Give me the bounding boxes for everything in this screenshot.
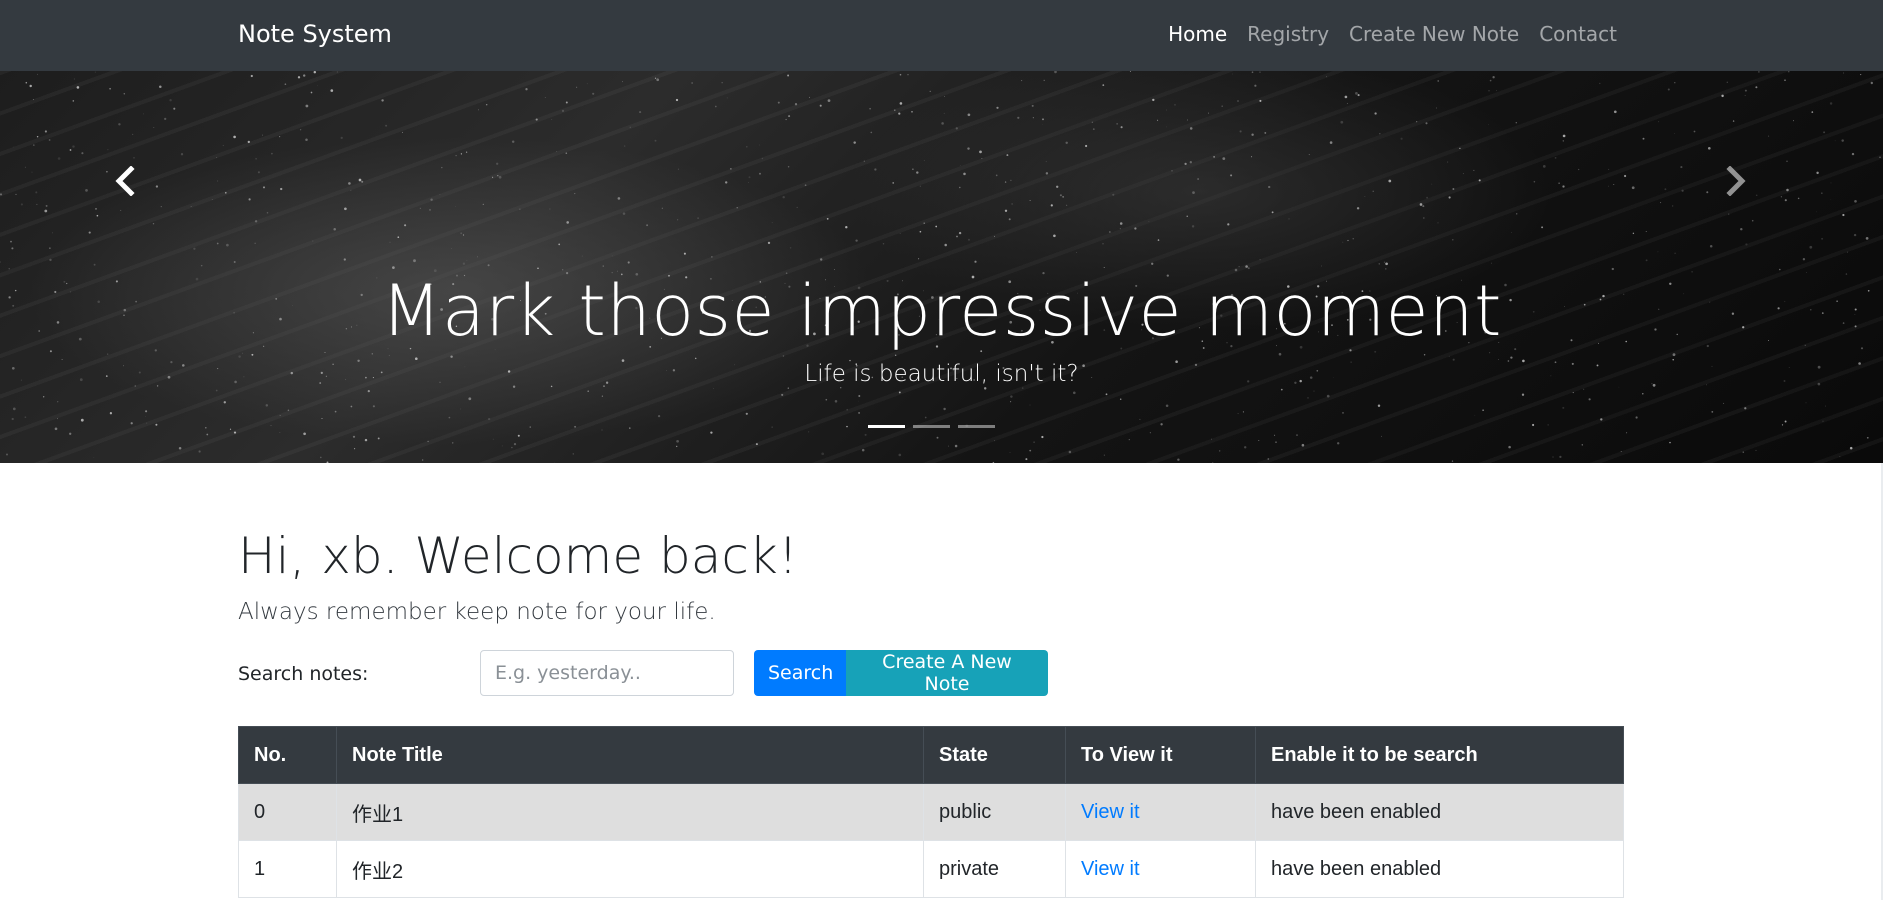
note-number: 1 xyxy=(238,840,337,898)
column-header-state: State xyxy=(923,726,1066,784)
note-state: public xyxy=(923,783,1066,841)
note-number: 0 xyxy=(238,783,337,841)
nav-link-create-new-note[interactable]: Create New Note xyxy=(1349,22,1519,46)
nav-link-home[interactable]: Home xyxy=(1168,22,1227,46)
welcome-heading: Hi, xb. Welcome back! xyxy=(238,527,798,585)
search-label: Search notes: xyxy=(238,663,369,685)
hero-carousel: Mark those impressive moment Life is bea… xyxy=(0,71,1883,463)
nav-link-contact[interactable]: Contact xyxy=(1539,22,1617,46)
sand-texture-image xyxy=(0,71,1881,463)
column-header-no: No. xyxy=(238,726,337,784)
note-title: 作业2 xyxy=(336,840,924,898)
nav-links: Home Registry Create New Note Contact xyxy=(1168,22,1617,46)
note-state: private xyxy=(923,840,1066,898)
top-navbar: Note System Home Registry Create New Not… xyxy=(0,0,1883,71)
note-view-cell: View it xyxy=(1065,840,1256,898)
note-search-status: have been enabled xyxy=(1255,783,1624,841)
search-button[interactable]: Search xyxy=(754,650,846,696)
chevron-right-icon xyxy=(1726,166,1746,196)
note-search-status: have been enabled xyxy=(1255,840,1624,898)
carousel-indicator-1[interactable] xyxy=(868,425,905,428)
carousel-next-button[interactable] xyxy=(1706,151,1766,211)
carousel-indicator-2[interactable] xyxy=(913,425,950,428)
create-note-button[interactable]: Create A New Note xyxy=(846,650,1048,696)
column-header-view: To View it xyxy=(1065,726,1256,784)
note-view-cell: View it xyxy=(1065,783,1256,841)
welcome-lead-text: Always remember keep note for your life. xyxy=(238,599,716,625)
carousel-caption-subtitle: Life is beautiful, isn't it? xyxy=(804,361,1079,387)
column-header-note-title: Note Title xyxy=(336,726,924,784)
note-title: 作业1 xyxy=(336,783,924,841)
carousel-indicators xyxy=(868,425,995,428)
view-note-link[interactable]: View it xyxy=(1081,801,1140,823)
column-header-enable-search: Enable it to be search xyxy=(1255,726,1624,784)
chevron-left-icon xyxy=(115,166,135,196)
carousel-indicator-3[interactable] xyxy=(958,425,995,428)
table-header-row: No. Note Title State To View it Enable i… xyxy=(238,726,1624,784)
nav-link-registry[interactable]: Registry xyxy=(1247,22,1329,46)
table-row: 0 作业1 public View it have been enabled xyxy=(238,783,1624,841)
carousel-caption-title: Mark those impressive moment xyxy=(381,270,1502,352)
notes-table: No. Note Title State To View it Enable i… xyxy=(238,726,1624,898)
view-note-link[interactable]: View it xyxy=(1081,858,1140,880)
brand-link[interactable]: Note System xyxy=(238,20,392,48)
carousel-prev-button[interactable] xyxy=(95,151,155,211)
search-input[interactable] xyxy=(480,650,734,696)
table-row: 1 作业2 private View it have been enabled xyxy=(238,840,1624,898)
